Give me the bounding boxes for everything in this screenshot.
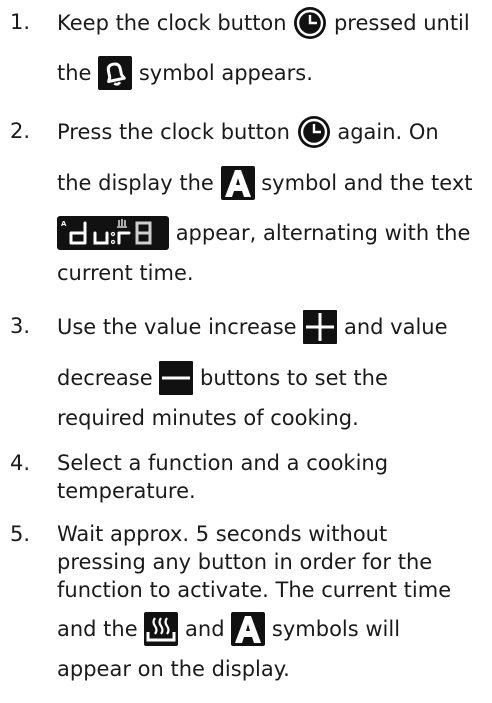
step-text: appear, alternating with the xyxy=(175,221,471,245)
step-line: Press the clock button again. On xyxy=(57,111,439,152)
step-line: Use the value increase and value xyxy=(57,306,448,347)
step-number: 5. xyxy=(10,522,31,546)
step-number: 4. xyxy=(10,451,31,475)
step-number: 2. xyxy=(10,119,31,143)
step-number: 1. xyxy=(10,10,31,34)
step-line: temperature. xyxy=(57,479,196,503)
step-text: Use the value increase xyxy=(57,315,297,339)
bell-icon xyxy=(98,56,133,90)
step-text: the display the xyxy=(57,171,214,195)
minus-icon xyxy=(159,361,194,395)
step-line: function to activate. The current time xyxy=(57,578,452,602)
step-line: required minutes of cooking. xyxy=(57,406,359,430)
step-text: and value xyxy=(343,315,448,339)
step-text: buttons to set the xyxy=(200,366,388,390)
step-text: symbol appears. xyxy=(138,61,313,85)
duration-display-icon: A xyxy=(57,216,169,250)
step-line: pressing any button in order for the xyxy=(57,550,433,574)
step-text: Press the clock button xyxy=(57,120,290,144)
step-number: 3. xyxy=(10,314,31,338)
auto-a-icon xyxy=(220,166,255,200)
step-line: decrease buttons to set the xyxy=(57,357,388,398)
step-text: symbols will xyxy=(271,617,401,641)
step-line: A appear, alternating with the xyxy=(57,212,470,253)
step-text: symbol and the text xyxy=(261,171,473,195)
clock-icon xyxy=(293,6,327,40)
step-line: current time. xyxy=(57,261,194,285)
step-line: the display the symbol and the text xyxy=(57,162,473,203)
svg-text:A: A xyxy=(61,220,67,228)
step-text: the xyxy=(57,61,92,85)
auto-a-icon xyxy=(231,612,266,646)
step-text: decrease xyxy=(57,366,153,390)
heating-icon xyxy=(144,612,179,646)
step-line: the symbol appears. xyxy=(57,52,313,93)
clock-icon xyxy=(297,115,331,149)
step-text: and xyxy=(185,617,225,641)
step-line: Keep the clock button pressed until xyxy=(57,2,470,43)
step-text: pressed until xyxy=(333,11,470,35)
step-text: again. On xyxy=(337,120,439,144)
step-line: appear on the display. xyxy=(57,657,290,681)
plus-icon xyxy=(303,310,338,344)
step-line: Wait approx. 5 seconds without xyxy=(57,522,388,546)
step-line: Select a function and a cooking xyxy=(57,451,389,475)
step-text: and the xyxy=(57,617,138,641)
step-text: Keep the clock button xyxy=(57,11,287,35)
step-line: and the and symbols will xyxy=(57,608,400,649)
